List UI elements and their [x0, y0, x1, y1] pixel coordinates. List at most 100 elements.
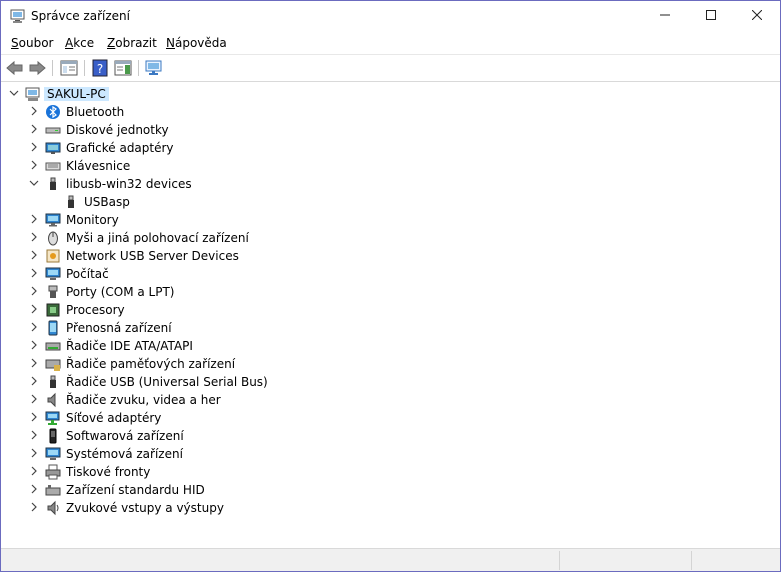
tree-category-label: Myši a jiná polohovací zařízení — [66, 231, 249, 245]
computer-icon — [45, 267, 61, 280]
action-pane-icon — [114, 60, 132, 76]
menu-soubor[interactable]: Soubor — [11, 36, 53, 50]
forward-button[interactable] — [27, 58, 47, 78]
action-pane-button[interactable] — [113, 58, 133, 78]
scan-hardware-icon — [145, 60, 162, 75]
tree-category-label: Řadiče paměťových zařízení — [66, 357, 236, 371]
tree-category-radice-usb-universal-serial-bus[interactable]: Řadiče USB (Universal Serial Bus) — [27, 373, 347, 391]
tree-category-bluetooth[interactable]: Bluetooth — [27, 103, 347, 121]
menu-zobrazit[interactable]: Zobrazit — [107, 36, 157, 50]
tree-category-label: Tiskové fronty — [66, 465, 151, 479]
tree-category-label: Řadiče IDE ATA/ATAPI — [66, 339, 193, 353]
toolbar-separator — [138, 60, 139, 76]
collapsed-chevron-icon[interactable] — [27, 247, 41, 265]
close-icon — [751, 9, 763, 21]
collapsed-chevron-icon[interactable] — [27, 355, 41, 373]
maximize-button[interactable] — [688, 1, 734, 32]
usb-plug-icon — [50, 177, 56, 190]
tree-category-label: Procesory — [66, 303, 125, 317]
tree-category-monitory[interactable]: Monitory — [27, 211, 347, 229]
collapsed-chevron-icon[interactable] — [27, 283, 41, 301]
collapsed-chevron-icon[interactable] — [27, 319, 41, 337]
collapsed-chevron-icon[interactable] — [27, 427, 41, 445]
tree-category-klavesnice[interactable]: Klávesnice — [27, 157, 347, 175]
tree-category-zvukove-vstupy-a-vystupy[interactable]: Zvukové vstupy a výstupy — [27, 499, 347, 517]
collapsed-chevron-icon[interactable] — [27, 121, 41, 139]
tree-category-label: Síťové adaptéry — [66, 411, 162, 425]
tree-category-network-usb-server-devices[interactable]: Network USB Server Devices — [27, 247, 347, 265]
menu-napoveda[interactable]: Nápověda — [166, 36, 227, 50]
tree-root[interactable]: SAKUL-PC — [7, 85, 147, 103]
collapsed-chevron-icon[interactable] — [27, 391, 41, 409]
collapsed-chevron-icon[interactable] — [27, 373, 41, 391]
tree-category-pocitac[interactable]: Počítač — [27, 265, 347, 283]
collapsed-chevron-icon[interactable] — [27, 301, 41, 319]
collapsed-chevron-icon[interactable] — [27, 157, 41, 175]
collapsed-chevron-icon[interactable] — [27, 445, 41, 463]
tree-category-radice-pametovych-zarizeni[interactable]: Řadiče paměťových zařízení — [27, 355, 347, 373]
tree-category-diskove-jednotky[interactable]: Diskové jednotky — [27, 121, 347, 139]
port-icon — [48, 285, 58, 298]
tree-category-softwarova-zarizeni[interactable]: Softwarová zařízení — [27, 427, 347, 445]
tree-category-label: Softwarová zařízení — [66, 429, 184, 443]
collapsed-chevron-icon[interactable] — [27, 337, 41, 355]
menu-akce[interactable]: Akce — [65, 36, 94, 50]
tree-category-procesory[interactable]: Procesory — [27, 301, 347, 319]
status-bar — [1, 548, 780, 571]
tree-device-usbasp[interactable]: USBasp — [63, 193, 263, 211]
tree-category-mysi-a-jina-polohovaci-zarizeni[interactable]: Myši a jiná polohovací zařízení — [27, 229, 347, 247]
collapsed-chevron-icon[interactable] — [27, 229, 41, 247]
tree-category-radice-zvuku-videa-a-her[interactable]: Řadiče zvuku, videa a her — [27, 391, 347, 409]
minimize-icon — [660, 14, 670, 16]
tree-category-tiskove-fronty[interactable]: Tiskové fronty — [27, 463, 347, 481]
tree-category-sitove-adaptery[interactable]: Síťové adaptéry — [27, 409, 347, 427]
device-manager-app-icon — [10, 9, 26, 24]
tree-category-label: Přenosná zařízení — [66, 321, 172, 335]
back-button[interactable] — [5, 58, 25, 78]
window-title: Správce zařízení — [31, 9, 130, 23]
collapsed-chevron-icon[interactable] — [27, 481, 41, 499]
mouse-icon — [48, 231, 58, 246]
help-icon: ? — [92, 59, 108, 77]
ide-controller-icon — [45, 342, 61, 351]
collapsed-chevron-icon[interactable] — [27, 499, 41, 517]
menu-bar: Soubor Akce Zobrazit Nápověda — [1, 32, 780, 55]
audio-io-icon — [47, 500, 59, 516]
display-adapter-icon — [45, 142, 61, 154]
tree-category-label: Bluetooth — [66, 105, 125, 119]
tree-category-radice-ide-ata-atapi[interactable]: Řadiče IDE ATA/ATAPI — [27, 337, 347, 355]
tree-category-label: Klávesnice — [66, 159, 131, 173]
toolbar-separator — [84, 60, 85, 76]
tree-category-zarizeni-standardu-hid[interactable]: Zařízení standardu HID — [27, 481, 347, 499]
help-button[interactable]: ? — [90, 58, 110, 78]
tree-category-label: Monitory — [66, 213, 119, 227]
close-button[interactable] — [734, 1, 780, 32]
device-tree[interactable]: SAKUL-PC Bluetooth Diskové jednotky Grafic… — [1, 83, 780, 547]
toolbar: ? — [1, 55, 780, 82]
collapsed-chevron-icon[interactable] — [27, 139, 41, 157]
tree-category-graficke-adaptery[interactable]: Grafické adaptéry — [27, 139, 347, 157]
tree-category-prenosna-zarizeni[interactable]: Přenosná zařízení — [27, 319, 347, 337]
collapsed-chevron-icon[interactable] — [27, 211, 41, 229]
tree-category-libusb-win32-devices[interactable]: libusb-win32 devices — [27, 175, 347, 193]
expanded-chevron-icon[interactable] — [7, 85, 21, 103]
hid-icon — [45, 485, 61, 496]
expanded-chevron-icon[interactable] — [27, 175, 41, 193]
toolbar-separator — [52, 60, 53, 76]
minimize-button[interactable] — [642, 1, 688, 32]
title-bar[interactable]: Správce zařízení — [1, 1, 780, 32]
maximize-icon — [706, 10, 716, 20]
monitor-icon — [45, 213, 61, 227]
collapsed-chevron-icon[interactable] — [27, 265, 41, 283]
tree-category-porty-com-a-lpt[interactable]: Porty (COM a LPT) — [27, 283, 347, 301]
collapsed-chevron-icon[interactable] — [27, 463, 41, 481]
tree-category-label: Systémová zařízení — [66, 447, 183, 461]
collapsed-chevron-icon[interactable] — [27, 103, 41, 121]
network-adapter-icon — [45, 411, 60, 425]
tree-category-systemova-zarizeni[interactable]: Systémová zařízení — [27, 445, 347, 463]
tree-category-label: Řadiče USB (Universal Serial Bus) — [66, 375, 268, 389]
collapsed-chevron-icon[interactable] — [27, 409, 41, 427]
show-hide-console-tree-button[interactable] — [59, 58, 79, 78]
scan-hardware-button[interactable] — [144, 58, 164, 78]
disk-drive-icon — [45, 127, 61, 134]
